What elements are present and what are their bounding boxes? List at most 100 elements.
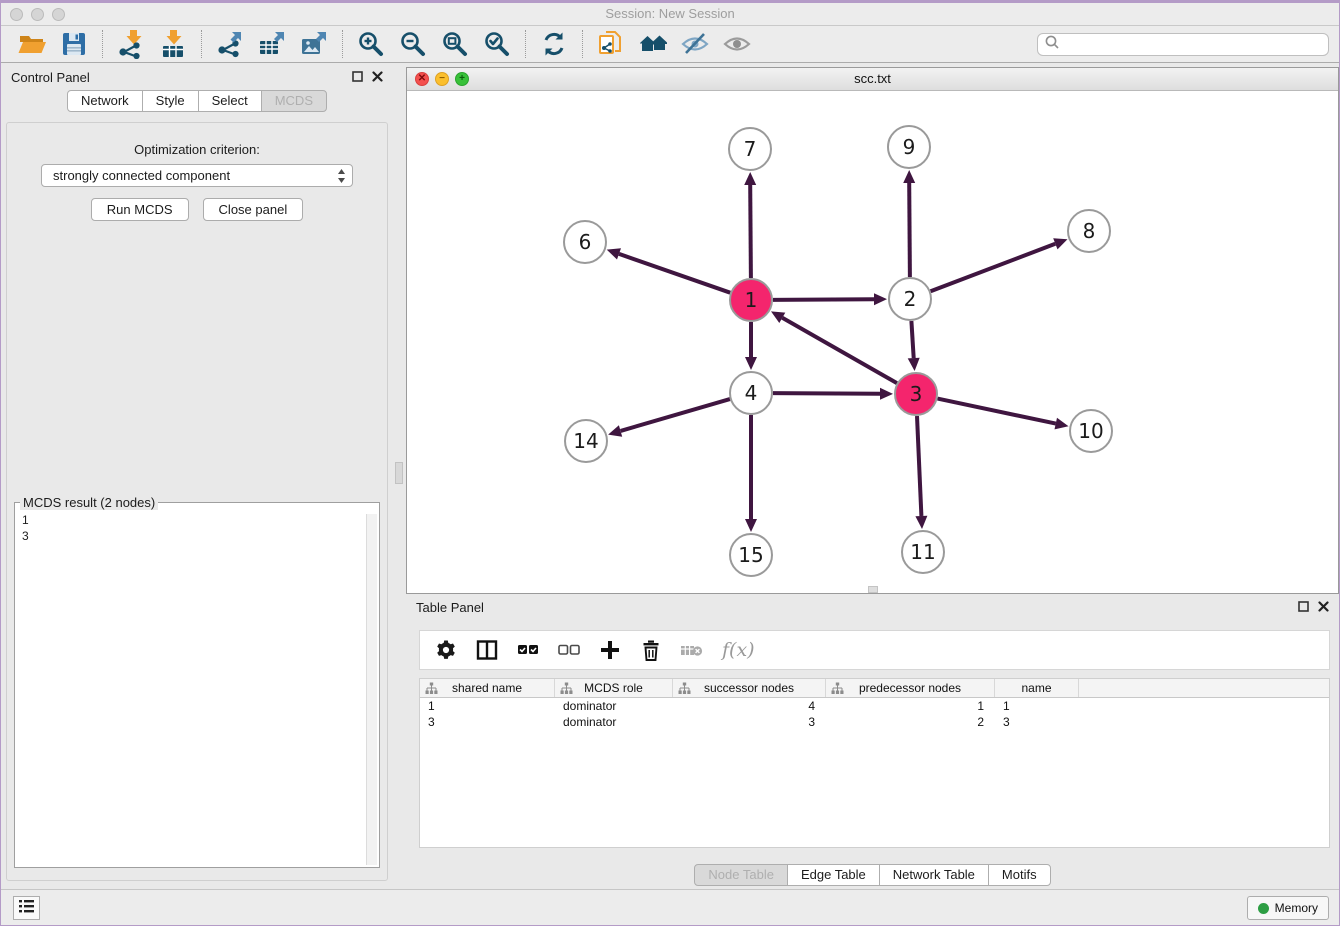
network-window-titlebar: ✕ − + scc.txt: [407, 68, 1338, 91]
search-input[interactable]: [1064, 37, 1328, 51]
column-header-name[interactable]: name: [995, 679, 1079, 697]
maximize-view-button[interactable]: +: [455, 72, 469, 86]
criterion-select[interactable]: strongly connected component: [41, 164, 353, 187]
close-table-panel-icon[interactable]: [1318, 600, 1329, 615]
application-window: Session: New Session Control Panel Netwo…: [0, 0, 1340, 926]
tab-style[interactable]: Style: [142, 90, 199, 112]
graph-node-14[interactable]: 14: [565, 420, 607, 462]
svg-text:11: 11: [910, 540, 935, 564]
zoom-out-icon[interactable]: [397, 28, 429, 60]
float-panel-icon[interactable]: [352, 70, 363, 85]
mcds-result-title: MCDS result (2 nodes): [20, 495, 158, 510]
graph-node-15[interactable]: 15: [730, 534, 772, 576]
panel-splitter[interactable]: [393, 64, 406, 889]
svg-text:4: 4: [745, 381, 758, 405]
window-titlebar: Session: New Session: [1, 3, 1339, 26]
graph-node-10[interactable]: 10: [1070, 410, 1112, 452]
deselect-all-icon[interactable]: [556, 637, 582, 663]
column-header-successor-nodes[interactable]: successor nodes: [673, 679, 826, 697]
zoom-window-button[interactable]: [52, 8, 65, 21]
export-image-icon[interactable]: [298, 28, 330, 60]
save-session-icon[interactable]: [58, 28, 90, 60]
table-tab-motifs[interactable]: Motifs: [988, 864, 1051, 886]
control-panel-title: Control Panel: [11, 70, 90, 85]
canvas-splitter-grip[interactable]: [868, 586, 878, 593]
zoom-fit-icon[interactable]: [439, 28, 471, 60]
toolbar-separator: [342, 30, 343, 58]
graph-node-1[interactable]: 1: [730, 279, 772, 321]
table-tab-edge-table[interactable]: Edge Table: [787, 864, 880, 886]
graph-node-8[interactable]: 8: [1068, 210, 1110, 252]
network-view-window: ✕ − + scc.txt 7 9 6 8 1 2 4 3 14 10 15 11: [406, 67, 1339, 594]
select-all-icon[interactable]: [515, 637, 541, 663]
column-header-MCDS-role[interactable]: MCDS role: [555, 679, 673, 697]
close-panel-icon[interactable]: [372, 70, 383, 85]
control-panel-tabs: NetworkStyleSelectMCDS: [1, 90, 393, 112]
window-controls: [10, 8, 65, 21]
column-header-predecessor-nodes[interactable]: predecessor nodes: [826, 679, 995, 697]
graph-node-4[interactable]: 4: [730, 372, 772, 414]
tab-network[interactable]: Network: [67, 90, 143, 112]
control-panel-header: Control Panel: [1, 64, 393, 90]
svg-text:9: 9: [903, 135, 916, 159]
refresh-icon[interactable]: [538, 28, 570, 60]
minimize-window-button[interactable]: [31, 8, 44, 21]
zoom-in-icon[interactable]: [355, 28, 387, 60]
close-view-button[interactable]: ✕: [415, 72, 429, 86]
show-all-icon[interactable]: [721, 28, 753, 60]
svg-text:10: 10: [1078, 419, 1103, 443]
zoom-selected-icon[interactable]: [481, 28, 513, 60]
graph-node-7[interactable]: 7: [729, 128, 771, 170]
network-canvas[interactable]: 7 9 6 8 1 2 4 3 14 10 15 11: [407, 91, 1338, 593]
add-column-icon[interactable]: [597, 637, 623, 663]
column-type-icon: [425, 682, 438, 695]
table-row[interactable]: 1dominator411: [420, 698, 1329, 714]
column-header-shared-name[interactable]: shared name: [420, 679, 555, 697]
window-title: Session: New Session: [1, 3, 1339, 25]
tab-mcds[interactable]: MCDS: [261, 90, 327, 112]
graph-node-11[interactable]: 11: [902, 531, 944, 573]
graph-node-2[interactable]: 2: [889, 278, 931, 320]
graph-node-3[interactable]: 3: [895, 373, 937, 415]
graph-node-6[interactable]: 6: [564, 221, 606, 263]
delete-column-icon[interactable]: [638, 637, 664, 663]
node-table[interactable]: shared nameMCDS rolesuccessor nodesprede…: [419, 678, 1330, 848]
columns-icon[interactable]: [474, 637, 500, 663]
gear-icon[interactable]: [433, 637, 459, 663]
result-scrollbar[interactable]: [366, 514, 377, 865]
tab-select[interactable]: Select: [198, 90, 262, 112]
import-table-icon[interactable]: [157, 28, 189, 60]
clone-network-icon[interactable]: [595, 28, 627, 60]
search-icon: [1045, 35, 1059, 54]
run-mcds-button[interactable]: Run MCDS: [91, 198, 189, 221]
column-type-icon: [831, 682, 844, 695]
table-row[interactable]: 3dominator323: [420, 714, 1329, 730]
minimize-view-button[interactable]: −: [435, 72, 449, 86]
toolbar-separator: [102, 30, 103, 58]
table-tab-node-table[interactable]: Node Table: [694, 864, 788, 886]
import-network-icon[interactable]: [115, 28, 147, 60]
search-box[interactable]: [1037, 33, 1329, 56]
splitter-grip[interactable]: [395, 462, 403, 484]
table-tab-network-table[interactable]: Network Table: [879, 864, 989, 886]
cell-MCDS-role: dominator: [555, 698, 673, 714]
graph-node-9[interactable]: 9: [888, 126, 930, 168]
memory-button[interactable]: Memory: [1247, 896, 1329, 920]
hide-selected-icon[interactable]: [679, 28, 711, 60]
svg-text:7: 7: [744, 137, 757, 161]
svg-text:15: 15: [738, 543, 763, 567]
table-panel-header: Table Panel: [406, 594, 1339, 620]
close-panel-button[interactable]: Close panel: [203, 198, 304, 221]
cell-MCDS-role: dominator: [555, 714, 673, 730]
export-network-icon[interactable]: [214, 28, 246, 60]
network-graph[interactable]: 7 9 6 8 1 2 4 3 14 10 15 11: [407, 91, 1338, 593]
cell-successor-nodes: 4: [673, 698, 826, 714]
export-table-icon[interactable]: [256, 28, 288, 60]
home-icon[interactable]: [637, 28, 669, 60]
open-session-icon[interactable]: [16, 28, 48, 60]
criterion-value: strongly connected component: [53, 168, 230, 183]
close-window-button[interactable]: [10, 8, 23, 21]
task-history-button[interactable]: [13, 896, 40, 920]
float-table-panel-icon[interactable]: [1298, 600, 1309, 615]
svg-text:8: 8: [1083, 219, 1096, 243]
